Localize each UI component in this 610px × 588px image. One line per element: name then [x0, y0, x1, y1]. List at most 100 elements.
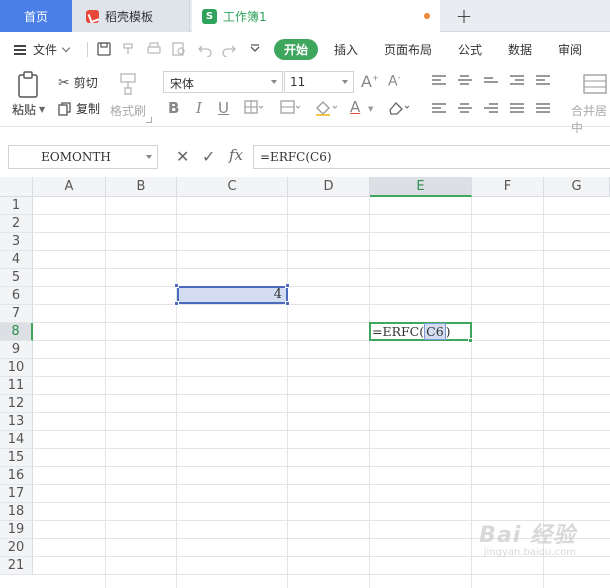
row-header-5[interactable]: 5 [0, 269, 33, 287]
outdent-icon[interactable] [536, 75, 550, 87]
align-middle-icon[interactable] [458, 75, 472, 87]
increase-font-icon[interactable]: A+ [361, 72, 379, 91]
clear-format-icon[interactable] [386, 100, 412, 116]
font-color-icon[interactable]: A [350, 98, 360, 116]
cancel-icon[interactable]: ✕ [176, 147, 189, 166]
paste-icon[interactable] [16, 71, 42, 99]
row-header-10[interactable]: 10 [0, 359, 33, 377]
align-right-icon[interactable] [484, 103, 498, 115]
divider [87, 42, 88, 57]
row-header-4[interactable]: 4 [0, 251, 33, 269]
tab-workbook[interactable]: S 工作簿1 [192, 0, 440, 33]
column-header-b[interactable]: B [106, 177, 177, 197]
format-painter-small-icon[interactable] [120, 41, 136, 57]
merge-center-button[interactable]: 合并居中 [571, 102, 610, 136]
tab-formulas[interactable]: 公式 [458, 41, 482, 58]
row-header-9[interactable]: 9 [0, 341, 33, 359]
tab-page-layout[interactable]: 页面布局 [384, 41, 432, 58]
cut-button[interactable]: ✂ 剪切 [58, 74, 98, 91]
column-header-g[interactable]: G [544, 177, 610, 197]
spreadsheet-grid[interactable]: A B C D E F G 1 2 3 4 5 6 7 8 9 10 11 12 13 14 15 16 17 1… [0, 177, 610, 588]
row-header-12[interactable]: 12 [0, 395, 33, 413]
row-header-15[interactable]: 15 [0, 449, 33, 467]
grid-line [33, 412, 610, 413]
select-all-corner[interactable] [0, 177, 33, 197]
indent-icon[interactable] [510, 75, 524, 87]
merge-center-icon[interactable] [583, 73, 609, 97]
file-menu-button[interactable]: 文件 [14, 41, 71, 58]
tab-home[interactable]: 首页 [0, 0, 72, 32]
confirm-icon[interactable]: ✓ [202, 147, 215, 166]
chevron-down-icon [342, 80, 348, 84]
save-icon[interactable] [96, 41, 112, 57]
row-header-2[interactable]: 2 [0, 215, 33, 233]
formula-input[interactable]: =ERFC(C6) [253, 145, 610, 169]
font-size-select[interactable]: 11 [284, 71, 354, 93]
watermark-url: jingyan.baidu.com [483, 547, 576, 558]
row-header-19[interactable]: 19 [0, 521, 33, 539]
brush-icon[interactable] [118, 72, 140, 96]
paste-button[interactable]: 粘贴 ▼ [12, 101, 45, 118]
tab-review[interactable]: 审阅 [558, 41, 582, 58]
redo-icon[interactable] [221, 41, 237, 57]
range-handle[interactable] [174, 301, 179, 306]
font-name-value: 宋体 [170, 77, 195, 91]
grid-line [287, 197, 288, 588]
merge-cells-icon[interactable] [280, 100, 302, 116]
baidu-watermark: Bai 经验 jingyan.baidu.com [479, 517, 576, 558]
align-bottom-icon[interactable] [484, 77, 498, 89]
font-name-select[interactable]: 宋体 [163, 71, 283, 93]
tab-data[interactable]: 数据 [508, 41, 532, 58]
column-header-c[interactable]: C [177, 177, 288, 197]
range-handle[interactable] [285, 301, 290, 306]
borders-icon[interactable] [244, 100, 264, 116]
row-header-20[interactable]: 20 [0, 539, 33, 557]
print-icon[interactable] [146, 41, 162, 57]
row-header-6[interactable]: 6 [0, 287, 33, 305]
undo-icon[interactable] [197, 41, 213, 57]
cell-e8-editor[interactable]: =ERFC(C6) [369, 322, 472, 341]
italic-icon[interactable]: I [196, 99, 202, 117]
new-tab-button[interactable]: + [452, 4, 476, 28]
range-handle[interactable] [174, 283, 179, 288]
row-header-16[interactable]: 16 [0, 467, 33, 485]
merge-center-label: 合并居中 [571, 104, 608, 135]
customize-toolbar-icon[interactable] [247, 41, 263, 57]
print-preview-icon[interactable] [171, 41, 187, 57]
column-header-f[interactable]: F [472, 177, 544, 197]
distributed-icon[interactable] [536, 103, 550, 115]
underline-icon[interactable]: U [218, 99, 229, 117]
tab-insert[interactable]: 插入 [334, 41, 358, 58]
fill-handle[interactable] [468, 338, 473, 343]
column-header-d[interactable]: D [288, 177, 370, 197]
row-header-8[interactable]: 8 [0, 323, 33, 341]
copy-button[interactable]: 复制 [58, 100, 100, 117]
group-expand-icon[interactable] [146, 117, 152, 123]
row-header-17[interactable]: 17 [0, 485, 33, 503]
align-left-icon[interactable] [432, 103, 446, 115]
fill-color-icon[interactable] [314, 99, 340, 117]
tab-template[interactable]: 稻壳模板 [72, 0, 190, 32]
row-header-18[interactable]: 18 [0, 503, 33, 521]
row-header-1[interactable]: 1 [0, 197, 33, 215]
cell-c6-value: 4 [273, 287, 282, 302]
row-header-13[interactable]: 13 [0, 413, 33, 431]
column-header-e[interactable]: E [370, 177, 472, 197]
justify-icon[interactable] [510, 103, 524, 115]
row-header-14[interactable]: 14 [0, 431, 33, 449]
row-header-3[interactable]: 3 [0, 233, 33, 251]
row-header-11[interactable]: 11 [0, 377, 33, 395]
column-header-a[interactable]: A [33, 177, 106, 197]
cell-c6[interactable]: 4 [177, 286, 288, 304]
range-handle[interactable] [285, 283, 290, 288]
name-box[interactable]: EOMONTH [8, 145, 158, 169]
format-painter-button[interactable]: 格式刷 [110, 102, 146, 119]
row-header-7[interactable]: 7 [0, 305, 33, 323]
insert-function-icon[interactable]: fx [229, 146, 243, 164]
bold-icon[interactable]: B [168, 99, 179, 117]
align-top-icon[interactable] [432, 75, 446, 87]
align-center-icon[interactable] [458, 103, 472, 115]
tab-home-ribbon[interactable]: 开始 [274, 39, 319, 60]
row-header-21[interactable]: 21 [0, 557, 33, 575]
decrease-font-icon[interactable]: A- [388, 73, 400, 90]
